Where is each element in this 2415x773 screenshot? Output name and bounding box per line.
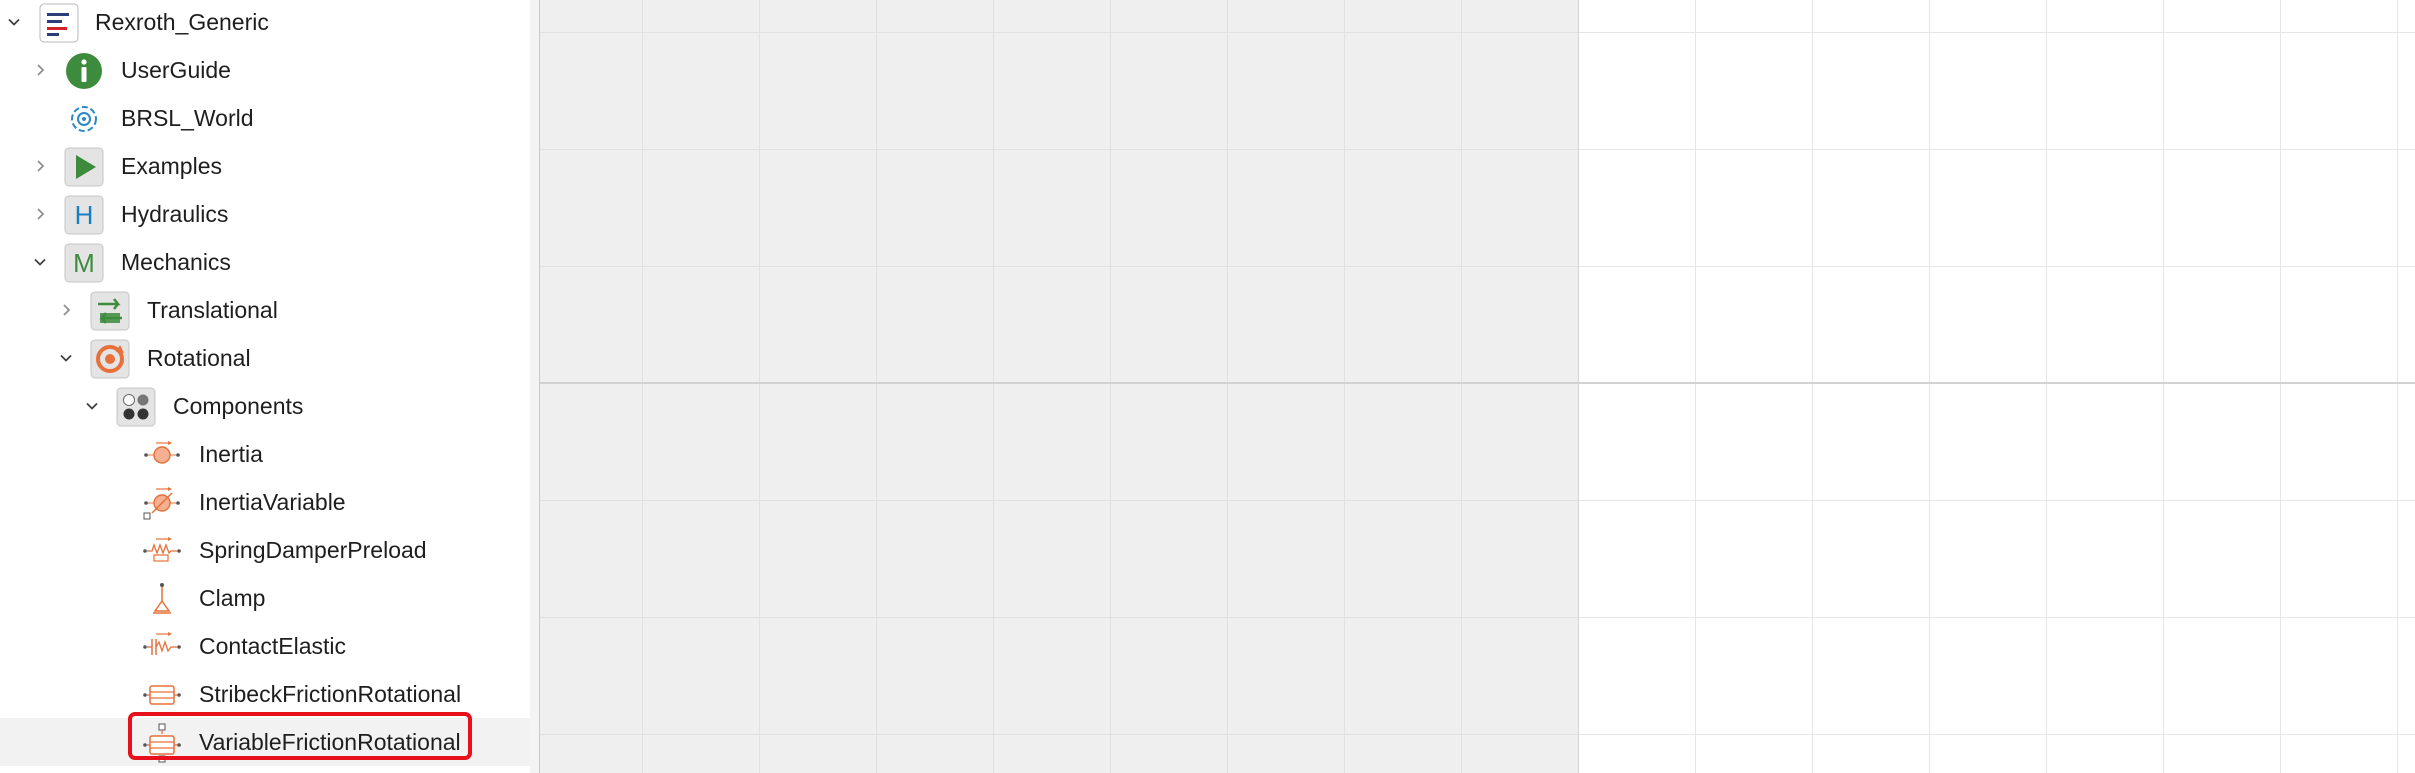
chevron-down-icon[interactable] (55, 347, 77, 369)
tree-item-label: StribeckFrictionRotational (199, 681, 462, 707)
tree-item-label: Translational (147, 297, 278, 323)
chevron-right-icon[interactable] (29, 203, 51, 225)
tree-item[interactable]: StribeckFrictionRotational (0, 670, 530, 718)
tree-item[interactable]: SpringDamperPreload (0, 526, 530, 574)
contact-elastic-icon (142, 627, 182, 667)
diagram-canvas[interactable] (540, 0, 2415, 773)
tree-item-label: Hydraulics (121, 201, 229, 227)
chevron-right-icon[interactable] (29, 59, 51, 81)
chevron-down-icon[interactable] (81, 395, 103, 417)
tree-item[interactable]: Inertia (0, 430, 530, 478)
mechanics-m-icon: M (64, 243, 104, 283)
clamp-icon (142, 579, 182, 619)
chevron-right-icon[interactable] (55, 299, 77, 321)
panel-splitter[interactable] (530, 0, 540, 773)
tree-item[interactable]: Clamp (0, 574, 530, 622)
rotational-icon (90, 339, 130, 379)
tree-item[interactable]: UserGuide (0, 46, 530, 94)
tree-item[interactable]: Examples (0, 142, 530, 190)
diagram-page-area (540, 0, 1579, 773)
components-icon (116, 387, 156, 427)
tree-item[interactable]: H Hydraulics (0, 190, 530, 238)
tree-item-label: Clamp (199, 585, 266, 611)
library-tree-panel: Rexroth_Generic UserGuide BRSL_World Exampl… (0, 0, 531, 773)
tree-item[interactable]: Translational (0, 286, 530, 334)
tree-item-label: Rotational (147, 345, 251, 371)
tree-item-label: Inertia (199, 441, 263, 467)
tree-item-label: Examples (121, 153, 222, 179)
tree-item-label: InertiaVariable (199, 489, 346, 515)
inertia-icon (142, 435, 182, 475)
chevron-down-icon[interactable] (29, 251, 51, 273)
tree-item-label: Components (173, 393, 304, 419)
tree-item[interactable]: M Mechanics (0, 238, 530, 286)
svg-text:M: M (73, 248, 95, 278)
tree-item[interactable]: ContactElastic (0, 622, 530, 670)
tree-item-label: SpringDamperPreload (199, 537, 427, 563)
rexroth-library-icon (39, 3, 79, 43)
hydraulics-h-icon: H (64, 195, 104, 235)
tree-item-label: UserGuide (121, 57, 231, 83)
chevron-down-icon[interactable] (3, 11, 25, 33)
tree-item-label: Mechanics (121, 249, 231, 275)
tree-item[interactable]: Rotational (0, 334, 530, 382)
tree-item[interactable]: Rexroth_Generic (0, 0, 530, 46)
tree-item[interactable]: InertiaVariable (0, 478, 530, 526)
world-icon (64, 99, 104, 139)
info-icon (64, 51, 104, 91)
play-icon (64, 147, 104, 187)
inertia-variable-icon (142, 483, 182, 523)
variable-friction-icon (142, 723, 182, 763)
tree-item-label: Rexroth_Generic (95, 9, 269, 35)
translational-icon (90, 291, 130, 331)
spring-damper-icon (142, 531, 182, 571)
svg-text:H: H (75, 200, 94, 230)
tree-item[interactable]: BRSL_World (0, 94, 530, 142)
tree-item[interactable]: VariableFrictionRotational (0, 718, 530, 766)
tree-item-label: ContactElastic (199, 633, 347, 659)
tree-item-label: VariableFrictionRotational (199, 729, 461, 755)
stribeck-friction-icon (142, 675, 182, 715)
chevron-right-icon[interactable] (29, 155, 51, 177)
tree-item-label: BRSL_World (121, 105, 254, 131)
page-boundary-line (540, 382, 2415, 384)
tree-item[interactable]: Components (0, 382, 530, 430)
